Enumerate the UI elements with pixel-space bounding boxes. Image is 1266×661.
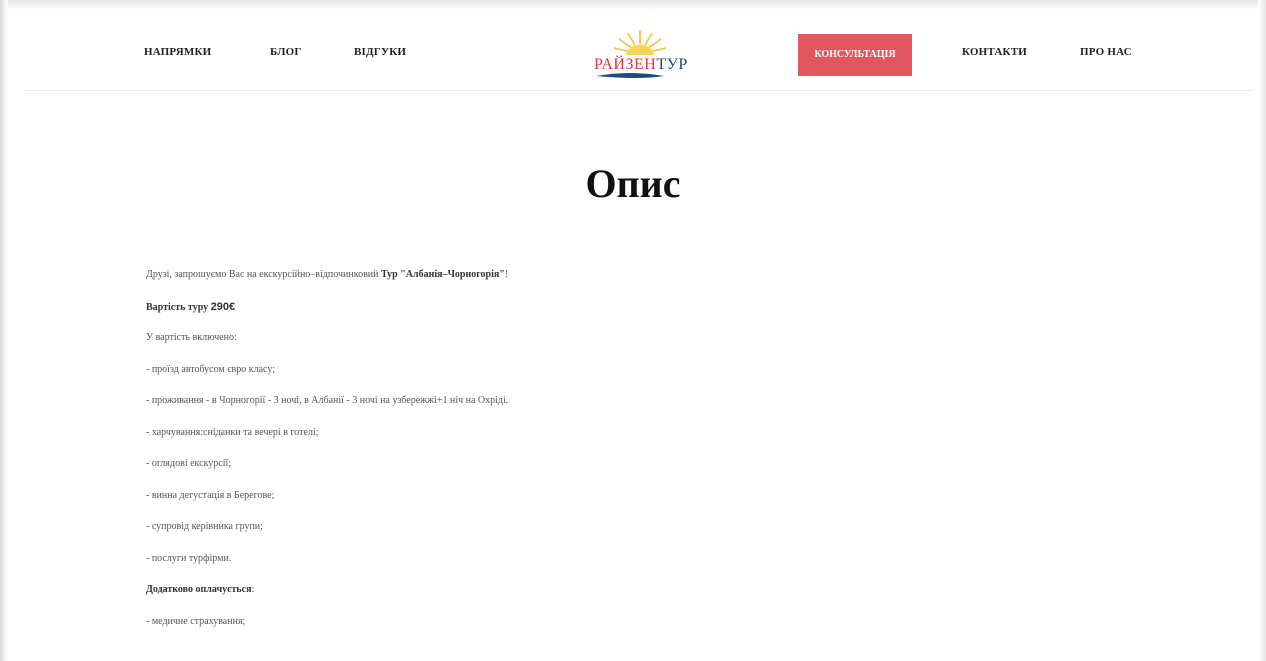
list-item: - проживання - в Чорногорії - 3 ночі, в … [146,395,509,406]
site-logo[interactable]: РАЙЗЕНТУР [590,26,700,82]
extra-heading-colon: : [251,584,255,595]
nav-link-blog[interactable]: БЛОГ [270,46,302,58]
list-item: - послуги турфірми. [146,552,232,564]
extra-heading-paragraph: Додатково оплачується: [146,583,1046,615]
price-value: 290€ [210,300,236,313]
page-frame: НАПРЯМКИ БЛОГ ВІДГУКИ РАЙЗЕНТУР КОНСУЛЬТ… [0,0,1266,661]
consultation-button[interactable]: КОНСУЛЬТАЦІЯ [798,34,912,76]
logo-text-blue: ТУР [656,56,688,73]
nav-link-reviews[interactable]: ВІДГУКИ [354,46,406,58]
list-item: - оглядові екскурсії; [146,458,232,469]
nav-link-about[interactable]: ПРО НАС [1080,46,1132,58]
site-header: НАПРЯМКИ БЛОГ ВІДГУКИ РАЙЗЕНТУР КОНСУЛЬТ… [24,10,1254,91]
intro-paragraph: Друзі, запрошуємо Вас на екскурсійно–від… [146,268,1046,300]
list-item: - харчування:сніданки та вечері в готелі… [146,426,319,438]
logo-wordmark: РАЙЗЕНТУР [594,56,688,74]
window-edge-left [0,0,8,661]
nav-link-contacts[interactable]: КОНТАКТИ [962,46,1027,58]
extra-heading: Додатково оплачується [146,584,252,595]
included-heading: У вартість включено: [146,332,237,343]
price-label: Вартість туру [146,301,211,313]
tour-name: Тур "Албанія–Чорногорія" [381,269,505,280]
list-item: - медичне страхування; [146,615,246,627]
window-edge-top [0,0,1266,10]
price-paragraph: Вартість туру 290€ [146,300,1046,332]
intro-text: Друзі, запрошуємо Вас на екскурсійно–від… [146,269,381,280]
intro-suffix: ! [504,269,509,280]
window-edge-right [1258,0,1266,661]
logo-text-red: РАЙЗЕН [594,56,657,73]
page-title: Опис [585,161,681,206]
list-item: - проїзд автобусом євро класу; [146,363,276,375]
list-item: - супровід керівника групи; [146,521,263,532]
tour-description: Друзі, запрошуємо Вас на екскурсійно–від… [146,268,1046,646]
list-item: - винна дегустація в Берегове; [146,489,275,501]
nav-link-directions[interactable]: НАПРЯМКИ [144,46,211,58]
